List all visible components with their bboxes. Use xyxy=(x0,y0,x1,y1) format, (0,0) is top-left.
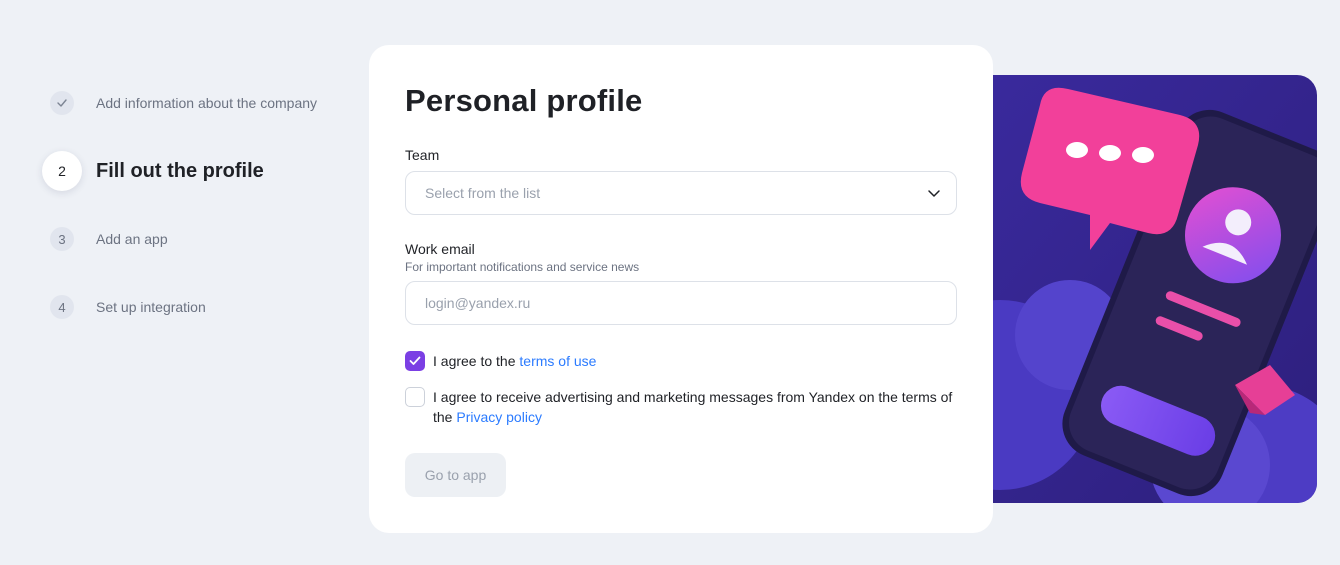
check-icon xyxy=(50,91,74,115)
profile-illustration xyxy=(960,75,1317,503)
email-label: Work email xyxy=(405,241,475,257)
step-label: Add an app xyxy=(96,231,168,247)
step-label: Fill out the profile xyxy=(96,159,264,182)
terms-prefix: I agree to the xyxy=(433,353,520,369)
team-select-placeholder: Select from the list xyxy=(425,185,541,201)
go-to-app-button[interactable]: Go to app xyxy=(405,453,506,497)
terms-checkbox[interactable] xyxy=(405,351,425,371)
marketing-text: I agree to receive advertising and marke… xyxy=(433,387,965,427)
step-label: Set up integration xyxy=(96,299,206,315)
onboarding-stepper: Add information about the company 2 Fill… xyxy=(0,0,360,565)
step-number: 2 xyxy=(42,151,82,191)
terms-of-use-link[interactable]: terms of use xyxy=(519,353,596,369)
page-title: Personal profile xyxy=(405,83,643,118)
email-field[interactable] xyxy=(425,282,956,324)
step-add-app[interactable]: 3 Add an app xyxy=(42,227,168,251)
step-number: 4 xyxy=(50,295,74,319)
profile-form-card: Personal profile Team Select from the li… xyxy=(369,45,993,533)
terms-text: I agree to the terms of use xyxy=(433,351,596,371)
step-label: Add information about the company xyxy=(96,95,318,111)
privacy-policy-link[interactable]: Privacy policy xyxy=(456,409,542,425)
team-select[interactable]: Select from the list xyxy=(405,171,957,215)
step-number: 3 xyxy=(50,227,74,251)
step-fill-profile[interactable]: 2 Fill out the profile xyxy=(42,151,264,191)
marketing-checkbox[interactable] xyxy=(405,387,425,407)
email-hint: For important notifications and service … xyxy=(405,260,640,274)
step-set-up-integration[interactable]: 4 Set up integration xyxy=(42,295,206,319)
marketing-agreement[interactable]: I agree to receive advertising and marke… xyxy=(405,387,965,427)
step-add-company-info[interactable]: Add information about the company xyxy=(42,91,317,115)
checkmark-icon xyxy=(409,356,421,365)
terms-agreement[interactable]: I agree to the terms of use xyxy=(405,351,596,371)
chevron-down-icon xyxy=(928,190,940,197)
email-field-wrapper xyxy=(405,281,957,325)
team-label: Team xyxy=(405,147,440,163)
